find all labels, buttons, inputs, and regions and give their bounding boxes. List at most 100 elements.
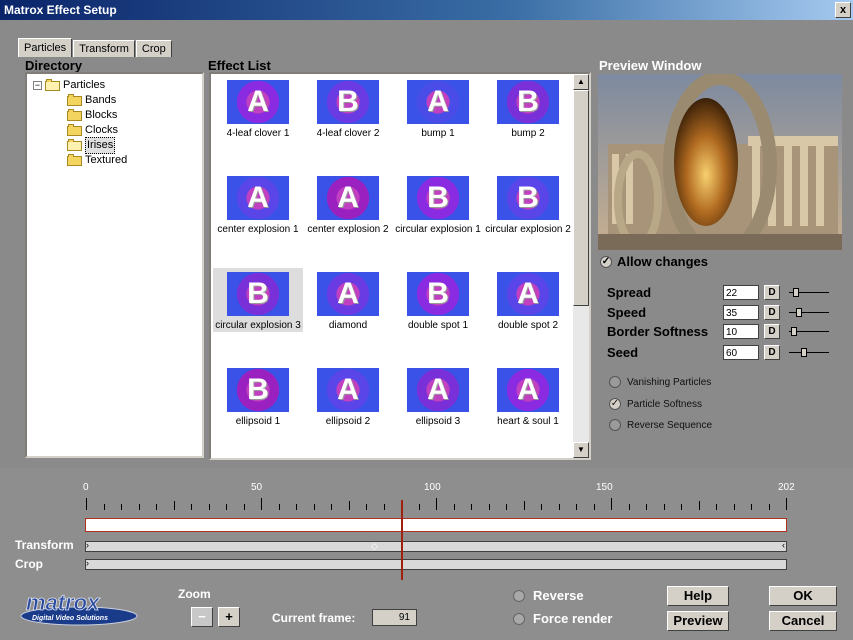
- track-end-icon: ‹: [782, 540, 785, 550]
- collapse-icon[interactable]: −: [33, 81, 42, 90]
- effect-thumbnail-letter: B: [517, 181, 539, 214]
- zoom-in-button[interactable]: +: [218, 607, 240, 627]
- svg-text:Digital Video Solutions: Digital Video Solutions: [32, 615, 108, 622]
- effect-thumbnail: B: [227, 272, 289, 316]
- speed-slider-track[interactable]: [789, 312, 829, 313]
- ruler-tick: [559, 504, 560, 510]
- tree-item-blocks[interactable]: Blocks: [67, 108, 117, 123]
- reverse-radio[interactable]: Reverse: [513, 588, 584, 603]
- tree-item-label: Blocks: [85, 109, 118, 121]
- effect-item[interactable]: Adouble spot 2: [483, 268, 573, 332]
- spread-default-button[interactable]: D: [764, 285, 780, 300]
- tab-particles[interactable]: Particles: [18, 38, 73, 57]
- border-softness-default-button[interactable]: D: [764, 324, 780, 339]
- tab-transform[interactable]: Transform: [73, 40, 135, 57]
- seed-default-button[interactable]: D: [764, 345, 780, 360]
- ruler-tick: [664, 504, 665, 510]
- tree-root-particles[interactable]: − Particles: [33, 78, 105, 93]
- effect-label: diamond: [328, 320, 368, 331]
- effect-item[interactable]: Bcircular explosion 2: [483, 172, 573, 236]
- effect-thumbnail: A: [317, 272, 379, 316]
- folder-open-icon: [67, 138, 82, 151]
- transform-track[interactable]: ◇ › ‹: [85, 540, 787, 552]
- seed-slider-knob[interactable]: [801, 348, 807, 357]
- effect-thumbnail-letter: A: [247, 85, 269, 118]
- effect-item[interactable]: Aellipsoid 2: [303, 364, 393, 428]
- effect-thumbnail-letter: B: [247, 373, 269, 406]
- effect-label: bump 2: [511, 128, 545, 139]
- ruler-tick: [594, 504, 595, 510]
- ruler-tick: [524, 501, 525, 510]
- radio-icon: [513, 589, 525, 602]
- ruler-tick: [86, 498, 87, 510]
- effect-list-scrollbar[interactable]: ▲ ▼: [573, 74, 589, 458]
- option-reverse-sequence[interactable]: Reverse Sequence: [609, 418, 712, 432]
- param-spread: Spread 22 D: [607, 285, 847, 303]
- spread-input[interactable]: 22: [723, 285, 759, 300]
- zoom-out-button[interactable]: −: [191, 607, 213, 627]
- speed-input[interactable]: 35: [723, 305, 759, 320]
- zoom-label: Zoom: [178, 587, 211, 601]
- effect-item[interactable]: Aheart & soul 1: [483, 364, 573, 428]
- option-vanishing-particles[interactable]: Vanishing Particles: [609, 375, 711, 389]
- effect-item[interactable]: B 4-leaf clover 2: [303, 76, 393, 140]
- effect-item[interactable]: Bellipsoid 1: [213, 364, 303, 428]
- timeline-ruler[interactable]: [86, 498, 787, 510]
- tree-item-irises[interactable]: Irises: [67, 137, 116, 154]
- effect-item[interactable]: Acenter explosion 2: [303, 172, 393, 236]
- preview-button[interactable]: Preview: [667, 611, 729, 631]
- speed-slider-knob[interactable]: [796, 308, 802, 317]
- crop-track[interactable]: ›: [85, 558, 787, 570]
- timeline-effect-bar[interactable]: [85, 518, 787, 532]
- tab-crop[interactable]: Crop: [135, 40, 172, 57]
- effect-label: circular explosion 2: [485, 224, 571, 235]
- track-start-icon: ›: [86, 558, 89, 568]
- force-render-radio[interactable]: Force render: [513, 611, 612, 626]
- ruler-tick: [769, 504, 770, 510]
- allow-changes-checkbox[interactable]: ✓ Allow changes: [600, 254, 708, 269]
- border-softness-slider-knob[interactable]: [791, 327, 797, 336]
- ruler-tick: [681, 504, 682, 510]
- effect-item[interactable]: A 4-leaf clover 1: [213, 76, 303, 140]
- spread-slider-knob[interactable]: [793, 288, 799, 297]
- effect-thumbnail: A: [407, 368, 469, 412]
- playhead[interactable]: [401, 500, 403, 580]
- tree-item-bands[interactable]: Bands: [67, 93, 116, 108]
- param-label: Border Softness: [607, 324, 709, 339]
- ok-button[interactable]: OK: [769, 586, 837, 606]
- scroll-up-icon[interactable]: ▲: [573, 74, 589, 90]
- seed-slider-track[interactable]: [789, 352, 829, 353]
- effect-item[interactable]: Adiamond: [303, 268, 393, 332]
- tree-item-textured[interactable]: Textured: [67, 153, 127, 168]
- cancel-button[interactable]: Cancel: [769, 611, 837, 631]
- keyframe-icon[interactable]: ◇: [371, 541, 378, 552]
- close-button[interactable]: x: [835, 2, 851, 18]
- seed-input[interactable]: 60: [723, 345, 759, 360]
- current-frame-input[interactable]: 91: [372, 609, 417, 626]
- effect-label: 4-leaf clover 1: [226, 128, 290, 139]
- effect-item[interactable]: Abump 1: [393, 76, 483, 140]
- effect-label: 4-leaf clover 2: [316, 128, 380, 139]
- effect-item[interactable]: Acenter explosion 1: [213, 172, 303, 236]
- ruler-tick: [611, 498, 612, 510]
- effect-item[interactable]: Bcircular explosion 1: [393, 172, 483, 236]
- param-label: Spread: [607, 285, 652, 300]
- scroll-thumb[interactable]: [573, 90, 589, 306]
- effect-item[interactable]: Bdouble spot 1: [393, 268, 483, 332]
- effect-thumbnail-letter: A: [247, 181, 269, 214]
- option-particle-softness[interactable]: ✓ Particle Softness: [609, 397, 702, 411]
- folder-icon: [67, 153, 82, 166]
- scroll-down-icon[interactable]: ▼: [573, 442, 589, 458]
- effect-thumbnail: A: [407, 80, 469, 124]
- effect-label: double spot 1: [407, 320, 469, 331]
- effect-item[interactable]: Aellipsoid 3: [393, 364, 483, 428]
- effect-thumbnail-letter: A: [517, 277, 539, 310]
- tree-item-clocks[interactable]: Clocks: [67, 123, 118, 138]
- effect-item[interactable]: Bbump 2: [483, 76, 573, 140]
- border-softness-input[interactable]: 10: [723, 324, 759, 339]
- help-button[interactable]: Help: [667, 586, 729, 606]
- speed-default-button[interactable]: D: [764, 305, 780, 320]
- radio-icon: [609, 419, 621, 431]
- effect-item[interactable]: Bcircular explosion 3: [213, 268, 303, 332]
- effect-label: circular explosion 3: [215, 320, 301, 331]
